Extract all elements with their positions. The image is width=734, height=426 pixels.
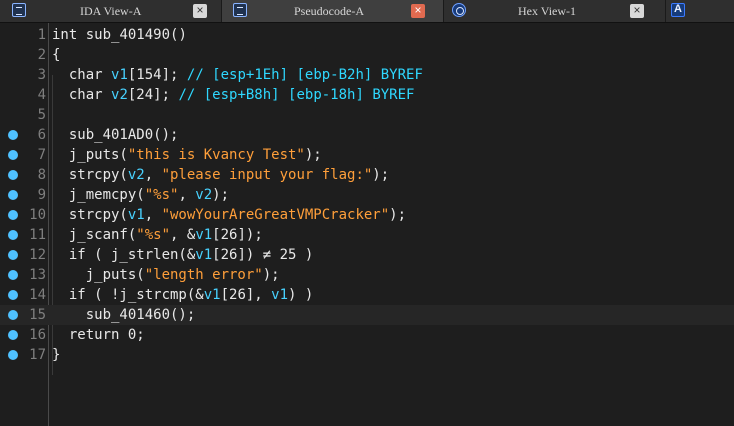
code-line-10[interactable]: 10 strcpy(v1, "wowYourAreGreatVMPCracker… [0,205,734,225]
breakpoint-dot-icon[interactable] [8,330,18,340]
line-number: 13 [29,267,46,283]
line-number: 6 [37,127,46,143]
tab-structures[interactable] [666,0,734,22]
tab-label-ida-view-a: IDA View-A [80,4,142,18]
code-text: strcpy(v1, "wowYourAreGreatVMPCracker"); [52,207,407,223]
code-text: if ( j_strlen(&v1[26]) ≠ 25 ) [68,247,314,263]
code-line-6[interactable]: 6 sub_401AD0(); [0,125,734,145]
line-number: 11 [29,227,46,243]
breakpoint-dot-icon[interactable] [8,130,18,140]
line-number: 9 [37,187,46,203]
tab-ida-view-a[interactable]: IDA View-A × [0,0,222,22]
ida-view-icon [12,3,26,17]
line-number: 14 [29,287,46,303]
line-number: 10 [29,207,46,223]
code-line-7[interactable]: 7 j_puts("this is Kvancy Test"); [0,145,734,165]
hex-view-icon [452,3,466,17]
code-text: int sub_401490() [52,27,187,43]
code-text: return 0; [68,327,145,343]
tab-bar: IDA View-A × Pseudocode-A × Hex View-1 × [0,0,734,23]
line-number: 17 [29,347,46,363]
breakpoint-dot-icon[interactable] [8,190,18,200]
code-line-15[interactable]: 15 sub_401460(); [0,305,734,325]
tab-label-pseudocode-a: Pseudocode-A [294,4,364,18]
code-line-13[interactable]: 13 j_puts("length error"); [0,265,734,285]
line-number: 5 [37,107,46,123]
close-icon[interactable]: × [630,4,644,18]
code-text: { [52,47,61,63]
code-text: j_scanf("%s", &v1[26]); [52,227,263,243]
code-text: sub_401AD0(); [52,127,179,143]
code-line-16[interactable]: 16 return 0; [0,325,734,345]
code-line-1[interactable]: 1 int sub_401490() [0,25,734,45]
line-number: 15 [29,307,46,323]
close-icon[interactable]: × [193,4,207,18]
code-text: if ( !j_strcmp(&v1[26], v1) ) [68,287,314,303]
line-number: 16 [29,327,46,343]
close-icon[interactable]: × [411,4,425,18]
code-line-17[interactable]: 17} [0,345,734,365]
line-number: 1 [37,27,46,43]
pseudocode-editor[interactable]: 1 int sub_401490() 2{3 char v1[154]; // [e… [0,23,734,426]
code-line-4[interactable]: 4 char v2[24]; // [esp+B8h] [ebp-18h] BY… [0,85,734,105]
line-number: 8 [37,167,46,183]
breakpoint-dot-icon[interactable] [8,350,18,360]
code-text: j_puts("length error"); [52,267,280,283]
code-line-11[interactable]: 11 j_scanf("%s", &v1[26]); [0,225,734,245]
line-number: 3 [37,67,46,83]
line-number: 7 [37,147,46,163]
tab-label-hex-view-1: Hex View-1 [518,4,577,18]
breakpoint-dot-icon[interactable] [8,270,18,280]
line-number: 12 [29,247,46,263]
structures-icon [671,3,685,17]
breakpoint-dot-icon[interactable] [8,210,18,220]
code-line-12[interactable]: 12 if ( j_strlen(&v1[26]) ≠ 25 ) [0,245,734,265]
code-text: char v1[154]; // [esp+1Eh] [ebp-B2h] BYR… [68,67,423,83]
code-text: strcpy(v2, "please input your flag:"); [52,167,390,183]
code-text: sub_401460(); [52,307,196,323]
code-text: char v2[24]; // [esp+B8h] [ebp-18h] BYRE… [68,87,415,103]
tab-hex-view-1[interactable]: Hex View-1 × [444,0,666,22]
breakpoint-dot-icon[interactable] [8,310,18,320]
breakpoint-dot-icon[interactable] [8,250,18,260]
pseudocode-icon [233,3,247,17]
breakpoint-dot-icon[interactable] [8,170,18,180]
code-line-2[interactable]: 2{ [0,45,734,65]
tab-pseudocode-a[interactable]: Pseudocode-A × [222,0,444,22]
breakpoint-dot-icon[interactable] [8,150,18,160]
code-text: j_puts("this is Kvancy Test"); [52,147,322,163]
breakpoint-dot-icon[interactable] [8,230,18,240]
code-line-3[interactable]: 3 char v1[154]; // [esp+1Eh] [ebp-B2h] B… [0,65,734,85]
code-line-5[interactable]: 5 [0,105,734,125]
code-line-9[interactable]: 9 j_memcpy("%s", v2); [0,185,734,205]
code-line-8[interactable]: 8 strcpy(v2, "please input your flag:"); [0,165,734,185]
code-text: } [52,347,61,363]
code-line-14[interactable]: 14 if ( !j_strcmp(&v1[26], v1) ) [0,285,734,305]
line-number: 2 [37,47,46,63]
line-number: 4 [37,87,46,103]
code-text: j_memcpy("%s", v2); [52,187,230,203]
breakpoint-dot-icon[interactable] [8,290,18,300]
